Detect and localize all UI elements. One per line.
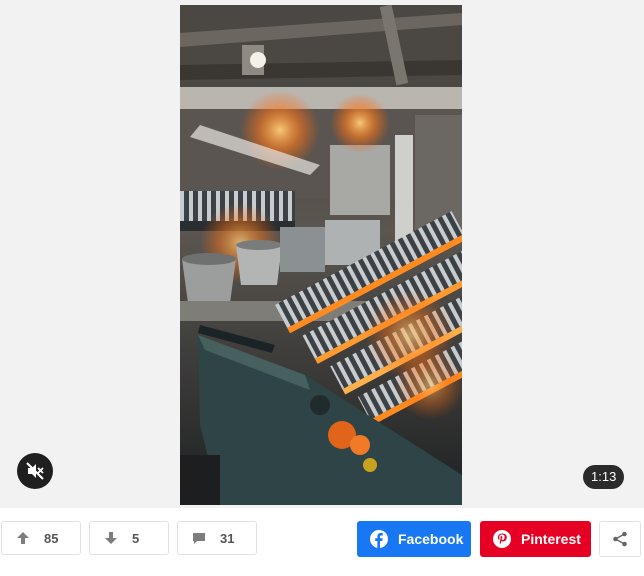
video-frame[interactable] — [180, 5, 462, 505]
share-icon — [613, 531, 627, 547]
comments-button[interactable]: 31 — [177, 521, 257, 555]
downvote-button[interactable]: 5 — [89, 521, 169, 555]
facebook-icon — [370, 530, 388, 548]
video-player[interactable]: 1:13 — [0, 0, 644, 508]
arrow-down-icon — [104, 531, 118, 545]
pinterest-icon — [493, 530, 511, 548]
downvote-count: 5 — [132, 530, 140, 546]
video-duration: 1:13 — [583, 465, 625, 489]
mute-button[interactable] — [17, 453, 53, 489]
comment-icon — [192, 531, 206, 545]
facebook-share-button[interactable]: Facebook — [357, 521, 471, 557]
pinterest-share-button[interactable]: Pinterest — [480, 521, 591, 557]
upvote-button[interactable]: 85 — [1, 521, 81, 555]
action-bar: 85 5 31 Facebook Pinterest — [0, 518, 644, 562]
upvote-count: 85 — [44, 530, 59, 546]
arrow-up-icon — [16, 531, 30, 545]
facebook-label: Facebook — [398, 531, 464, 547]
comment-count: 31 — [220, 530, 235, 546]
video-still — [180, 5, 462, 505]
pinterest-label: Pinterest — [521, 531, 581, 547]
share-more-button[interactable] — [599, 521, 641, 557]
speaker-muted-icon — [26, 462, 44, 480]
